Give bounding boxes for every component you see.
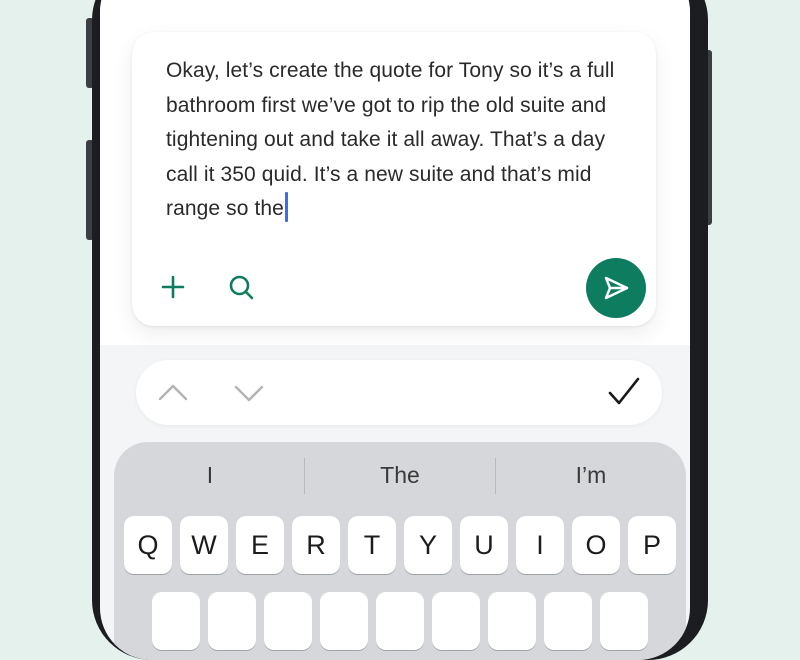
keyboard-row-2 (124, 592, 684, 654)
message-text: Okay, let’s create the quote for Tony so… (166, 59, 615, 220)
search-icon (229, 275, 254, 300)
key-r[interactable]: R (292, 516, 340, 574)
key-o[interactable]: O (572, 516, 620, 574)
key-y[interactable]: Y (404, 516, 452, 574)
chevron-up-icon (158, 384, 188, 401)
suggestion-3[interactable]: I’m (496, 462, 686, 489)
key-row2-blank[interactable] (432, 592, 480, 650)
key-e[interactable]: E (236, 516, 284, 574)
add-button[interactable] (156, 270, 190, 304)
send-icon (604, 276, 629, 300)
key-row2-blank[interactable] (600, 592, 648, 650)
compose-card: Okay, let’s create the quote for Tony so… (132, 32, 656, 326)
keyboard-accessory-bar (136, 360, 662, 425)
keyboard-row-1: Q W E R T Y U I O P (124, 516, 684, 578)
key-row2-blank[interactable] (264, 592, 312, 650)
send-button[interactable] (586, 258, 646, 318)
suggestion-1[interactable]: I (115, 462, 305, 489)
suggestion-2[interactable]: The (305, 462, 495, 489)
previous-field-button[interactable] (156, 376, 190, 410)
key-row2-blank[interactable] (320, 592, 368, 650)
checkmark-icon (608, 377, 640, 405)
phone-screen: Okay, let’s create the quote for Tony so… (100, 0, 690, 660)
plus-icon (161, 275, 185, 299)
key-p[interactable]: P (628, 516, 676, 574)
next-field-button[interactable] (232, 376, 266, 410)
key-i[interactable]: I (516, 516, 564, 574)
text-caret (284, 192, 288, 222)
chevron-down-icon (234, 385, 264, 402)
keyboard: I The I’m Q W E R T Y U I O P (114, 442, 686, 660)
message-input[interactable]: Okay, let’s create the quote for Tony so… (166, 54, 636, 227)
key-row2-blank[interactable] (152, 592, 200, 650)
key-row2-blank[interactable] (208, 592, 256, 650)
key-q[interactable]: Q (124, 516, 172, 574)
key-row2-blank[interactable] (376, 592, 424, 650)
key-row2-blank[interactable] (488, 592, 536, 650)
done-button[interactable] (606, 374, 642, 410)
search-button[interactable] (224, 270, 258, 304)
key-t[interactable]: T (348, 516, 396, 574)
key-w[interactable]: W (180, 516, 228, 574)
key-u[interactable]: U (460, 516, 508, 574)
key-row2-blank[interactable] (544, 592, 592, 650)
